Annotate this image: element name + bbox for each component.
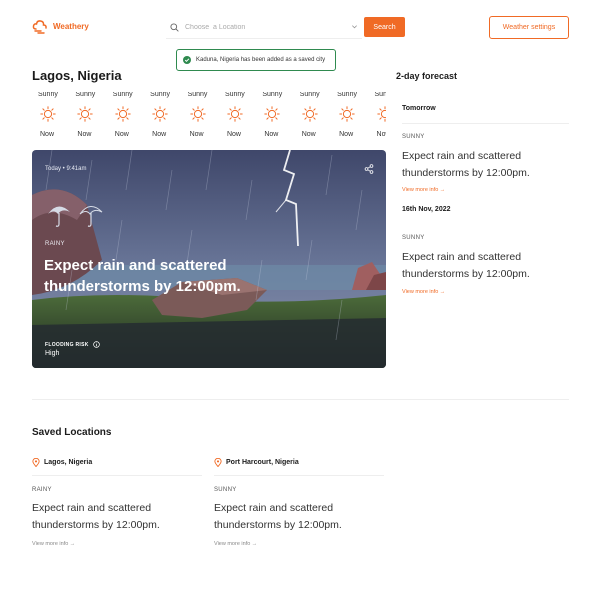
- hourly-item[interactable]: Sunny Now: [256, 92, 293, 138]
- umbrella-icon: [48, 206, 103, 227]
- search-icon: [170, 23, 179, 32]
- hourly-item[interactable]: Sunny Now: [32, 92, 69, 138]
- saved-location-header: Lagos, Nigeria: [32, 458, 202, 467]
- saved-location-text: Expect rain and scattered thunderstorms …: [32, 502, 160, 531]
- forecast-day-condition: SUNNY: [402, 235, 425, 241]
- saved-location-card[interactable]: Lagos, Nigeria RAINY Expect rain and sca…: [32, 458, 202, 547]
- sun-icon: [376, 106, 386, 127]
- current-weather-card: Today • 9:41am RAINY Expect rain and sca…: [32, 150, 386, 368]
- current-city-title: Lagos, Nigeria: [32, 68, 122, 83]
- section-divider: [32, 399, 569, 400]
- app-logo[interactable]: Weathery: [32, 18, 89, 34]
- chevron-down-icon[interactable]: [351, 23, 358, 30]
- location-pin-icon: [214, 458, 222, 467]
- sun-icon: [264, 106, 281, 127]
- hourly-condition: Sunny: [112, 92, 133, 98]
- flooding-risk-label: FLOODING RISK: [45, 341, 100, 348]
- sun-icon: [115, 106, 131, 127]
- hourly-item[interactable]: Sunny Now: [331, 92, 368, 138]
- hourly-time: Now: [264, 131, 279, 138]
- hourly-item[interactable]: Sunny Now: [369, 92, 386, 138]
- forecast-day-date: Tomorrow: [402, 105, 436, 112]
- location-search-input[interactable]: [185, 24, 335, 31]
- hourly-condition: Sunny: [262, 92, 283, 98]
- saved-location-city: Port Harcourt, Nigeria: [226, 459, 299, 466]
- hourly-item[interactable]: Sunny Now: [144, 92, 181, 138]
- hourly-condition: Sunny: [187, 92, 208, 98]
- toast-message: Kaduna, Nigeria has been added as a save…: [196, 57, 326, 63]
- sun-icon: [339, 106, 355, 127]
- hourly-condition: Sunny: [224, 92, 245, 98]
- hourly-item[interactable]: Sunny Now: [219, 92, 256, 138]
- forecast-day-date: 16th Nov, 2022: [402, 206, 451, 213]
- hero-headline: Expect rain and scattered thunderstorms …: [44, 257, 241, 295]
- hourly-condition: Sunny: [150, 92, 171, 98]
- search-button[interactable]: Search: [364, 17, 405, 37]
- hourly-time: Now: [226, 131, 241, 138]
- saved-location-city: Lagos, Nigeria: [44, 459, 93, 466]
- check-circle-icon: [183, 56, 191, 64]
- hourly-time: Now: [152, 131, 167, 138]
- hourly-time: Now: [77, 131, 92, 138]
- hourly-time: Now: [114, 131, 129, 138]
- divider: [32, 475, 202, 476]
- hourly-condition: Sunny: [75, 92, 96, 98]
- info-icon[interactable]: [92, 341, 100, 348]
- forecast-day-condition: SUNNY: [402, 134, 425, 140]
- forecast-day-text: Expect rain and scattered thunderstorms …: [402, 251, 530, 280]
- flooding-risk-label-text: FLOODING RISK: [45, 341, 89, 348]
- saved-location-condition: RAINY: [32, 487, 52, 493]
- sun-icon: [152, 106, 168, 127]
- saved-location-header: Port Harcourt, Nigeria: [214, 458, 384, 467]
- forecast-day-2: 16th Nov, 2022 SUNNY Expect rain and sca…: [402, 206, 569, 295]
- hourly-time: Now: [40, 131, 55, 138]
- sun-icon: [302, 106, 318, 127]
- share-icon[interactable]: [364, 164, 374, 174]
- saved-city-toast: Kaduna, Nigeria has been added as a save…: [176, 49, 336, 71]
- location-pin-icon: [32, 458, 40, 467]
- hourly-item[interactable]: Sunny Now: [294, 92, 331, 138]
- view-more-info-link[interactable]: View more info →: [402, 187, 445, 193]
- saved-location-card[interactable]: Port Harcourt, Nigeria SUNNY Expect rain…: [214, 458, 384, 547]
- sun-icon: [77, 106, 94, 127]
- view-more-info-link[interactable]: View more info →: [214, 541, 257, 547]
- forecast-title: 2-day forecast: [396, 71, 458, 81]
- weather-settings-button[interactable]: Weather settings: [489, 16, 569, 39]
- hourly-time: Now: [189, 131, 204, 138]
- saved-locations-title: Saved Locations: [32, 427, 112, 438]
- hero-condition: RAINY: [45, 241, 65, 247]
- view-more-info-link[interactable]: View more info →: [402, 289, 445, 295]
- forecast-day-tomorrow: Tomorrow SUNNY Expect rain and scattered…: [402, 105, 569, 193]
- hourly-item[interactable]: Sunny Now: [107, 92, 144, 138]
- divider: [402, 123, 569, 124]
- hourly-item[interactable]: Sunny Now: [182, 92, 219, 138]
- hourly-condition: Sunny: [337, 92, 357, 98]
- sun-icon: [227, 106, 243, 127]
- hourly-time: Now: [339, 131, 354, 138]
- saved-location-text: Expect rain and scattered thunderstorms …: [214, 502, 342, 531]
- divider: [214, 475, 384, 476]
- saved-location-condition: SUNNY: [214, 487, 237, 493]
- hourly-time: Now: [301, 131, 316, 138]
- hourly-condition: Sunny: [38, 92, 58, 98]
- hourly-condition: Sunny: [374, 92, 386, 98]
- cloud-sun-logo-icon: [32, 20, 47, 34]
- hourly-time: Now: [376, 131, 386, 138]
- sun-icon: [189, 106, 206, 127]
- current-time: Today • 9:41am: [45, 166, 87, 172]
- hourly-forecast-strip[interactable]: Sunny Now Sunny Now Sunny Now Sunny Now Sunny Now…: [32, 92, 386, 138]
- sun-icon: [40, 106, 56, 127]
- forecast-day-text: Expect rain and scattered thunderstorms …: [402, 150, 530, 179]
- hourly-item[interactable]: Sunny Now: [69, 92, 106, 138]
- logo-text: Weathery: [53, 21, 89, 31]
- location-search[interactable]: [166, 17, 362, 39]
- flooding-risk-value: High: [45, 350, 60, 357]
- hourly-condition: Sunny: [299, 92, 320, 98]
- view-more-info-link[interactable]: View more info →: [32, 541, 75, 547]
